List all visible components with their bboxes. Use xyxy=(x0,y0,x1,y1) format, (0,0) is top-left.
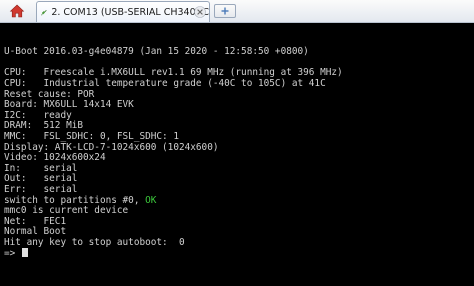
terminal-line: Net: FEC1 xyxy=(4,215,67,227)
terminal-line: Hit any key to stop autoboot: 0 xyxy=(4,236,185,248)
home-icon xyxy=(9,4,25,18)
terminal-window: 2. COM13 (USB-SERIAL CH340 (C U-Boot 201… xyxy=(0,0,474,286)
terminal-line: Board: MX6ULL 14x14 EVK xyxy=(4,99,134,111)
terminal-line: U-Boot 2016.03-g4e04879 (Jan 15 2020 - 1… xyxy=(4,46,309,58)
terminal-line: MMC: FSL_SDHC: 0, FSL_SDHC: 1 xyxy=(4,130,179,142)
ok-status: OK xyxy=(145,194,157,206)
prompt: => xyxy=(4,248,21,260)
terminal-output[interactable]: U-Boot 2016.03-g4e04879 (Jan 15 2020 - 1… xyxy=(0,23,474,286)
prompt-line[interactable]: => xyxy=(4,248,474,259)
terminal-line: mmc0 is current device xyxy=(4,205,129,217)
switch-text: switch to partitions #0, xyxy=(4,194,146,206)
tab-com13[interactable]: 2. COM13 (USB-SERIAL CH340 (C xyxy=(36,1,210,22)
add-tab-icon xyxy=(221,7,229,15)
tab-title: 2. COM13 (USB-SERIAL CH340 (C xyxy=(51,6,209,18)
new-tab-button[interactable] xyxy=(214,4,236,18)
terminal-line: CPU: Industrial temperature grade (-40C … xyxy=(4,77,326,89)
plug-icon xyxy=(41,9,47,15)
close-icon[interactable] xyxy=(194,6,206,18)
home-button[interactable] xyxy=(2,1,32,21)
text-cursor xyxy=(21,248,28,258)
tab-bar: 2. COM13 (USB-SERIAL CH340 (C xyxy=(0,0,474,23)
